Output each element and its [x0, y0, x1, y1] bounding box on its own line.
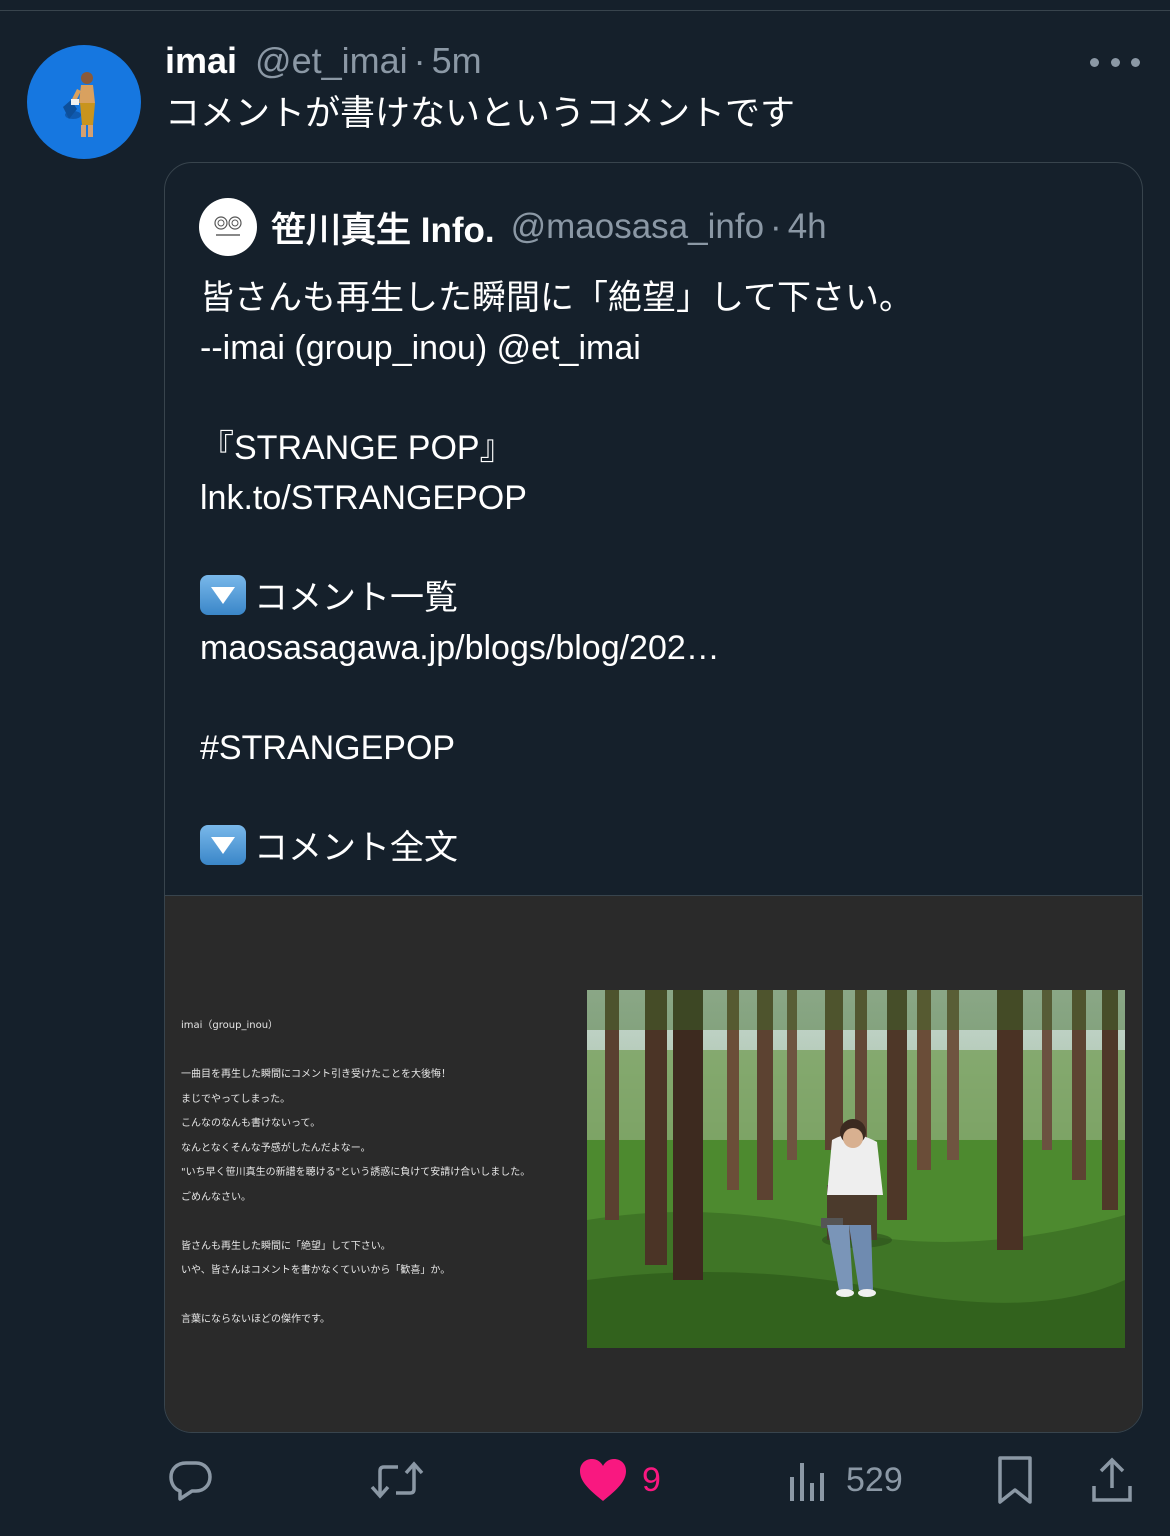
media-comment-text: imai（group_inou） 一曲目を再生した瞬間にコメント引き受けたことを…	[181, 1014, 581, 1333]
media-line: こんなのなんも書けないって。	[181, 1118, 321, 1129]
quoted-avatar-logo	[214, 216, 242, 236]
quoted-line: コメント全文	[200, 823, 1120, 873]
reply-icon	[169, 1461, 212, 1501]
separator-dot: ·	[413, 40, 426, 81]
quoted-line: --imai (group_inou) @et_imai	[200, 329, 641, 367]
hashtag-link[interactable]: #STRANGEPOP	[200, 723, 1120, 773]
quoted-line: 『STRANGE POP』	[200, 429, 514, 467]
author-avatar[interactable]	[27, 45, 141, 159]
avatar-figure-image	[63, 72, 95, 137]
more-dot	[1090, 57, 1099, 67]
tweet-time[interactable]: 5m	[432, 40, 482, 82]
share-button[interactable]	[1088, 1450, 1136, 1510]
quoted-author-name[interactable]: 笹川真生 Info.	[271, 202, 495, 253]
quoted-line	[200, 373, 1120, 423]
separator-dot: ·	[770, 207, 782, 246]
media-line: 言葉にならないほどの傑作です。	[181, 1314, 330, 1325]
media-line: ごめんなさい。	[181, 1191, 251, 1203]
quoted-line-text: コメント一覧	[254, 579, 458, 617]
quoted-author-handle[interactable]: @maosasa_info	[511, 207, 764, 247]
more-dot	[1131, 57, 1140, 67]
like-count: 9	[642, 1460, 661, 1499]
quoted-line-text: コメント全文	[254, 829, 458, 867]
media-line	[181, 1284, 581, 1309]
quoted-header: 笹川真生 Info. @maosasa_info · 4h	[199, 197, 827, 257]
down-arrow-emoji-icon	[200, 825, 246, 865]
views-button[interactable]: 529	[786, 1450, 903, 1510]
share-icon	[1092, 1457, 1132, 1502]
tweet-text: コメントが書けないというコメントです	[165, 94, 796, 133]
reply-button[interactable]	[166, 1450, 216, 1510]
quoted-tweet[interactable]: 笹川真生 Info. @maosasa_info · 4h 皆さんも再生した瞬間…	[164, 162, 1143, 1433]
bookmark-icon	[998, 1456, 1032, 1504]
media-line	[181, 1210, 581, 1235]
quoted-link[interactable]: lnk.to/STRANGEPOP	[200, 473, 1120, 523]
quoted-line: コメント一覧	[200, 573, 1120, 623]
down-arrow-emoji-icon	[200, 575, 246, 615]
tweet-header: imai @et_imai · 5m	[165, 40, 482, 90]
author-handle[interactable]: @et_imai	[255, 40, 408, 82]
more-options-icon[interactable]	[1090, 50, 1140, 74]
quoted-avatar[interactable]	[199, 198, 257, 256]
retweet-icon	[370, 1461, 424, 1499]
quoted-text: 皆さんも再生した瞬間に「絶望」して下さい。 --imai (group_inou…	[200, 273, 1120, 873]
quoted-link[interactable]: maosasagawa.jp/blogs/blog/202…	[200, 623, 1120, 673]
quoted-line: 皆さんも再生した瞬間に「絶望」して下さい。	[200, 279, 913, 317]
media-line: "いち早く笹川真生の新譜を聴ける"という誘惑に負けて安請け合いしました。	[181, 1167, 531, 1178]
quoted-line	[200, 773, 1120, 823]
quoted-line	[200, 523, 1120, 573]
views-icon	[790, 1463, 824, 1501]
media-line: まじでやってしまった。	[181, 1093, 291, 1105]
tweet[interactable]: imai @et_imai · 5m コメントが書けないというコメントです 笹川…	[0, 0, 1170, 1536]
retweet-button[interactable]	[368, 1450, 426, 1510]
media-line: 皆さんも再生した瞬間に「絶望」して下さい。	[181, 1240, 391, 1252]
bookmark-button[interactable]	[994, 1450, 1036, 1510]
media-line: 一曲目を再生した瞬間にコメント引き受けたことを大後悔！	[181, 1069, 451, 1080]
heart-icon	[580, 1459, 626, 1501]
like-button[interactable]: 9	[578, 1450, 661, 1510]
media-line: いや、皆さんはコメントを書かなくていいから「歓喜」か。	[181, 1265, 451, 1276]
quoted-line	[200, 673, 1120, 723]
media-line: なんとなくそんな予感がしたんだよなー。	[181, 1142, 371, 1154]
quoted-media-image[interactable]: imai（group_inou） 一曲目を再生した瞬間にコメント引き受けたことを…	[165, 895, 1142, 1432]
views-count: 529	[846, 1460, 903, 1499]
more-dot	[1110, 57, 1120, 67]
media-line: imai（group_inou）	[181, 1020, 279, 1031]
action-bar: 9 529	[0, 1450, 1170, 1520]
quoted-time[interactable]: 4h	[788, 207, 827, 247]
forest-photo	[587, 990, 1125, 1348]
media-line	[181, 1039, 581, 1064]
author-name[interactable]: imai	[165, 40, 237, 82]
